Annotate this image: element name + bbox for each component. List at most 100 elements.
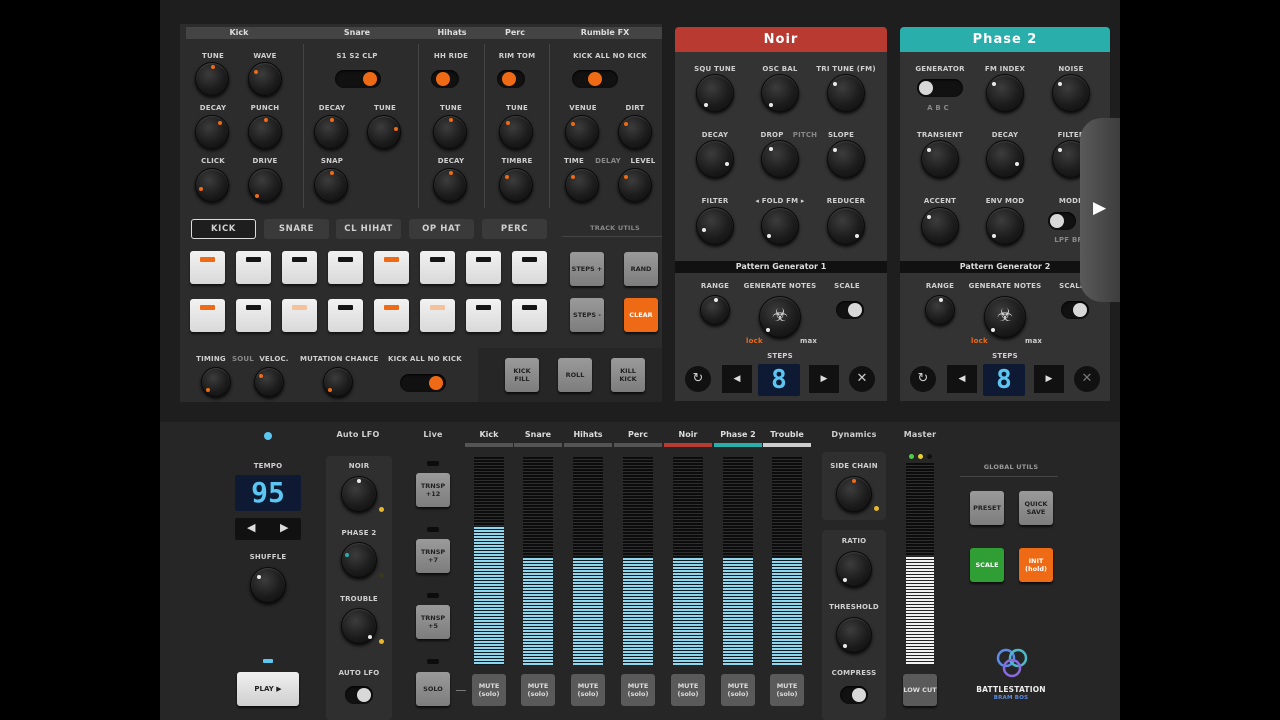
noir-drop-knob[interactable] — [761, 140, 799, 178]
pg2-generate-knob[interactable]: ☣ — [984, 296, 1026, 338]
pg2-scale-toggle[interactable] — [1061, 301, 1089, 319]
mute-button[interactable]: MUTE (solo) — [621, 674, 655, 706]
phase2-fm-index-knob[interactable] — [986, 74, 1024, 112]
step-pad[interactable] — [420, 251, 455, 284]
preset-button[interactable]: PRESET — [970, 491, 1004, 525]
mute-button[interactable]: MUTE (solo) — [721, 674, 755, 706]
phase2-generator-toggle[interactable] — [917, 79, 963, 97]
phase2-accent-knob[interactable] — [921, 207, 959, 245]
ratio-knob[interactable] — [836, 551, 872, 587]
snare-mode-toggle[interactable] — [335, 70, 381, 88]
step-pad[interactable] — [420, 299, 455, 332]
transpose-12-button[interactable]: TRNSP +12 — [416, 473, 450, 507]
step-pad[interactable] — [328, 251, 363, 284]
rumble-time-knob[interactable] — [565, 168, 599, 202]
step-pad[interactable] — [190, 251, 225, 284]
auto-lfo-noir-knob[interactable] — [341, 476, 377, 512]
phase2-mode-toggle[interactable] — [1048, 212, 1076, 230]
hihat-mode-toggle[interactable] — [431, 70, 459, 88]
phase2-decay-knob[interactable] — [986, 140, 1024, 178]
noir-squ-tune-knob[interactable] — [696, 74, 734, 112]
auto-lfo-toggle[interactable] — [345, 686, 373, 704]
snare-tune-knob[interactable] — [367, 115, 401, 149]
step-pad[interactable] — [328, 299, 363, 332]
pg1-generate-knob[interactable]: ☣ — [759, 296, 801, 338]
auto-lfo-trouble-knob[interactable] — [341, 608, 377, 644]
hihat-tune-knob[interactable] — [433, 115, 467, 149]
kick-mode-toggle[interactable] — [400, 374, 446, 392]
threshold-knob[interactable] — [836, 617, 872, 653]
side-chain-knob[interactable] — [836, 476, 872, 512]
rumble-level-knob[interactable] — [618, 168, 652, 202]
track-button-kick[interactable]: KICK — [191, 219, 256, 239]
mutation-chance-knob[interactable] — [323, 367, 353, 397]
mute-button[interactable]: MUTE (solo) — [770, 674, 804, 706]
rumble-mode-toggle[interactable] — [572, 70, 618, 88]
quick-save-button[interactable]: QUICK SAVE — [1019, 491, 1053, 525]
pg1-next-button[interactable]: ▶ — [809, 365, 839, 393]
init-button[interactable]: INIT (hold) — [1019, 548, 1053, 582]
step-pad[interactable] — [466, 251, 501, 284]
pg1-scale-toggle[interactable] — [836, 301, 864, 319]
step-pad[interactable] — [236, 251, 271, 284]
phase2-env-mod-knob[interactable] — [986, 207, 1024, 245]
pg1-prev-button[interactable]: ◀ — [722, 365, 752, 393]
track-button-perc[interactable]: PERC — [482, 219, 547, 239]
mixer-level-meter[interactable] — [523, 457, 553, 665]
kick-drive-knob[interactable] — [248, 168, 282, 202]
perc-timbre-knob[interactable] — [499, 168, 533, 202]
pg2-refresh-icon[interactable]: ↻ — [910, 366, 936, 392]
mixer-level-meter[interactable] — [623, 457, 653, 665]
mute-button[interactable]: MUTE (solo) — [571, 674, 605, 706]
roll-button[interactable]: ROLL — [558, 358, 592, 392]
rumble-dirt-knob[interactable] — [618, 115, 652, 149]
kick-punch-knob[interactable] — [248, 115, 282, 149]
steps-minus-button[interactable]: STEPS - — [570, 298, 604, 332]
track-button-op-hat[interactable]: OP HAT — [409, 219, 474, 239]
perc-mode-toggle[interactable] — [497, 70, 525, 88]
kick-fill-button[interactable]: KICK FILL — [505, 358, 539, 392]
track-button-snare[interactable]: SNARE — [264, 219, 329, 239]
solo-button[interactable]: SOLO — [416, 672, 450, 706]
pg2-prev-button[interactable]: ◀ — [947, 365, 977, 393]
pg1-refresh-icon[interactable]: ↻ — [685, 366, 711, 392]
pg2-range-knob[interactable] — [925, 295, 955, 325]
expand-panel-tab[interactable]: ▶ — [1080, 118, 1120, 302]
compress-toggle[interactable] — [840, 686, 868, 704]
noir-slope-knob[interactable] — [827, 140, 865, 178]
tempo-down-button[interactable]: ◀ — [247, 521, 255, 534]
mixer-level-meter[interactable] — [723, 457, 753, 665]
noir-osc-bal-knob[interactable] — [761, 74, 799, 112]
kick-wave-knob[interactable] — [248, 62, 282, 96]
transpose-5-button[interactable]: TRNSP +5 — [416, 605, 450, 639]
low-cut-button[interactable]: LOW CUT — [903, 674, 937, 706]
step-pad[interactable] — [512, 299, 547, 332]
noir-decay-knob[interactable] — [696, 140, 734, 178]
phase2-transient-knob[interactable] — [921, 140, 959, 178]
step-pad[interactable] — [466, 299, 501, 332]
mute-button[interactable]: MUTE (solo) — [472, 674, 506, 706]
noir-filter-knob[interactable] — [696, 207, 734, 245]
rand-button[interactable]: RAND — [624, 252, 658, 286]
step-pad[interactable] — [374, 251, 409, 284]
mute-button[interactable]: MUTE (solo) — [671, 674, 705, 706]
hihat-decay-knob[interactable] — [433, 168, 467, 202]
mixer-level-meter[interactable] — [573, 457, 603, 665]
noir-tri-tune-knob[interactable] — [827, 74, 865, 112]
snare-decay-knob[interactable] — [314, 115, 348, 149]
step-pad[interactable] — [282, 299, 317, 332]
step-pad[interactable] — [282, 251, 317, 284]
transpose-7-button[interactable]: TRNSP +7 — [416, 539, 450, 573]
tempo-display[interactable]: 95 — [235, 475, 301, 511]
step-pad[interactable] — [374, 299, 409, 332]
noir-fold-fm-knob[interactable] — [761, 207, 799, 245]
tempo-up-button[interactable]: ▶ — [280, 521, 288, 534]
perc-tune-knob[interactable] — [499, 115, 533, 149]
scale-button[interactable]: SCALE — [970, 548, 1004, 582]
snare-snap-knob[interactable] — [314, 168, 348, 202]
mixer-level-meter[interactable] — [673, 457, 703, 665]
step-pad[interactable] — [512, 251, 547, 284]
kick-click-knob[interactable] — [195, 168, 229, 202]
phase2-noise-knob[interactable] — [1052, 74, 1090, 112]
mute-button[interactable]: MUTE (solo) — [521, 674, 555, 706]
